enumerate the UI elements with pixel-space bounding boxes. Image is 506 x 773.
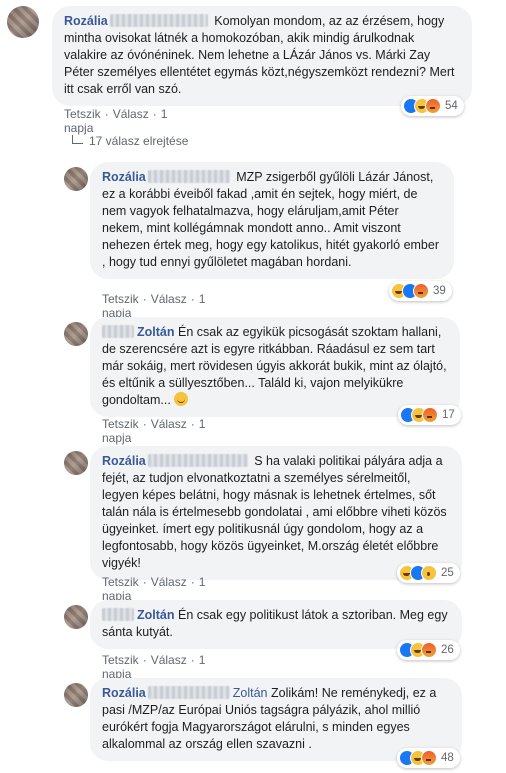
reply-button[interactable]: Válasz — [151, 417, 187, 431]
like-button[interactable]: Tetszik — [102, 653, 139, 667]
reply-button[interactable]: Válasz — [151, 575, 187, 589]
reaction-count: 48 — [441, 752, 454, 764]
avatar[interactable] — [64, 322, 88, 346]
like-button[interactable]: Tetszik — [102, 292, 139, 306]
reaction-count: 26 — [441, 644, 454, 656]
comment-author[interactable]: Zoltán — [137, 608, 175, 622]
reply-arrow-icon — [72, 135, 83, 144]
redacted-name — [147, 170, 230, 183]
reaction-count: 25 — [441, 567, 454, 579]
redacted-name — [102, 325, 134, 338]
reaction-summary[interactable]: 54 — [401, 96, 464, 116]
avatar[interactable] — [64, 451, 88, 475]
comment-actions: Tetszik · Válasz · 1 napja — [102, 417, 206, 445]
reaction-count: 17 — [442, 409, 455, 421]
reaction-summary[interactable]: 48 — [397, 748, 460, 768]
angry-icon — [422, 407, 438, 423]
mention-link[interactable]: Zoltán — [233, 686, 268, 700]
avatar[interactable] — [64, 167, 88, 191]
reply-button[interactable]: Válasz — [151, 292, 187, 306]
comment-bubble: Rozália MZP zsigerből gyűlöli Lázár Jáno… — [90, 162, 454, 279]
angry-icon — [413, 283, 429, 299]
comment-author[interactable]: Zoltán — [137, 325, 175, 339]
redacted-name — [147, 454, 248, 467]
reaction-summary[interactable]: 17 — [398, 405, 461, 425]
reaction-count: 54 — [445, 100, 458, 112]
comment-actions: Tetszik · Válasz · 1 napja — [64, 107, 168, 135]
comment-text: S ha valaki politikai pályára adja a fej… — [102, 454, 447, 570]
avatar[interactable] — [64, 605, 88, 629]
hide-replies-label: 17 válasz elrejtése — [89, 134, 189, 148]
comment-actions: Tetszik · Válasz · 1 napja — [102, 292, 206, 320]
angry-icon — [425, 98, 441, 114]
redacted-name — [102, 608, 134, 621]
comment-author[interactable]: Rozália — [64, 14, 108, 28]
avatar[interactable] — [7, 6, 39, 38]
comment-author[interactable]: Rozália — [102, 170, 146, 184]
redacted-name — [147, 686, 230, 699]
like-button[interactable]: Tetszik — [102, 417, 139, 431]
like-button[interactable]: Tetszik — [102, 575, 139, 589]
comment-bubble: Rozália S ha valaki politikai pályára ad… — [90, 446, 462, 580]
wow-icon — [421, 565, 437, 581]
reaction-count: 39 — [433, 285, 446, 297]
comment-actions: Tetszik · Válasz · 1 napja — [102, 575, 206, 603]
reaction-summary[interactable]: 25 — [397, 563, 460, 583]
reaction-summary[interactable]: 39 — [389, 281, 452, 301]
comment-bubble: Rozália Komolyan mondom, az az érzésem, … — [52, 6, 472, 106]
comment-actions: Tetszik · Válasz · 1 napja — [102, 653, 206, 681]
comment-text: MZP zsigerből gyűlöli Lázár Jánost, ez a… — [102, 170, 439, 269]
avatar[interactable] — [64, 683, 88, 707]
smile-emoji-icon — [174, 392, 189, 406]
angry-icon — [421, 642, 437, 658]
reaction-summary[interactable]: 26 — [397, 640, 460, 660]
hide-replies-link[interactable]: 17 válasz elrejtése — [72, 134, 188, 148]
comment-author[interactable]: Rozália — [102, 686, 146, 700]
like-button[interactable]: Tetszik — [64, 107, 101, 121]
angry-icon — [421, 750, 437, 766]
reply-button[interactable]: Válasz — [113, 107, 149, 121]
comment-bubble: Zoltán Én csak az egyikük picsogását szo… — [90, 317, 460, 417]
comment-author[interactable]: Rozália — [102, 454, 146, 468]
redacted-name — [109, 14, 208, 27]
reply-button[interactable]: Válasz — [151, 653, 187, 667]
